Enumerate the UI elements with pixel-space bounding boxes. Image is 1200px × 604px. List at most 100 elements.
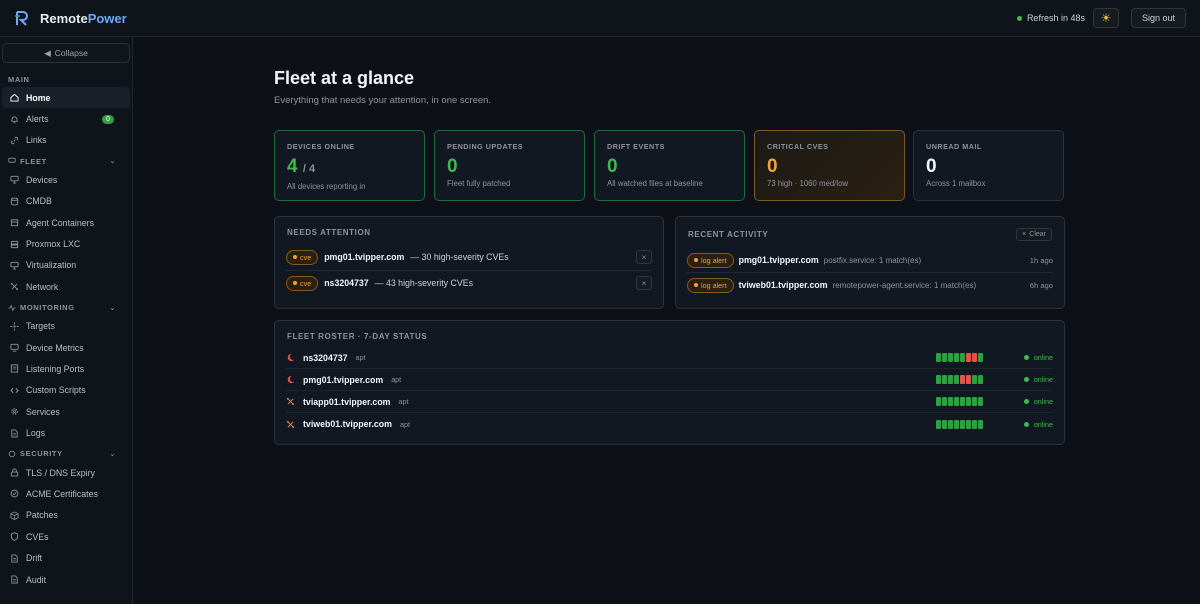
sidebar: ◀ Collapse MAIN Home Alerts 0 Links FLEET ⌄ Dev… — [0, 37, 133, 604]
dismiss-button[interactable]: × — [636, 250, 652, 264]
chevron-down-icon: ⌄ — [109, 450, 116, 458]
gear-icon — [11, 408, 18, 416]
chevron-down-icon: ⌄ — [109, 304, 116, 312]
sun-icon: ☀ — [1100, 11, 1112, 25]
sidebar-item-patches[interactable]: Patches — [2, 505, 130, 526]
table-row[interactable]: tviapp01.tvipper.com apt online — [286, 391, 1053, 413]
security-section-icon — [8, 450, 16, 458]
sidebar-item-label: Device Metrics — [26, 342, 84, 353]
day-status-bar — [972, 419, 977, 429]
main-content: Fleet at a glance Everything that needs … — [134, 37, 1200, 604]
sidebar-item-drift[interactable]: Drift — [2, 547, 130, 568]
sidebar-item-links[interactable]: Links — [2, 130, 130, 151]
moon-icon — [287, 353, 295, 362]
attention-item[interactable]: cve ns3204737 — 43 high-severity CVEs × — [286, 271, 652, 295]
shield-icon — [10, 532, 19, 542]
sidebar-item-label: Home — [26, 92, 51, 103]
sidebar-item-devices[interactable]: Devices — [2, 169, 130, 190]
code-icon — [10, 387, 19, 393]
kpi-pending-updates[interactable]: PENDING UPDATES 0 Fleet fully patched — [434, 130, 585, 201]
sidebar-item-label: Audit — [26, 574, 47, 585]
network-icon — [286, 420, 295, 428]
sidebar-item-targets[interactable]: Targets — [2, 316, 130, 337]
device-name: ns3204737 — [303, 352, 348, 363]
refresh-indicator: Refresh in 48s — [1016, 13, 1085, 23]
sidebar-section-security[interactable]: SECURITY ⌄ — [2, 446, 130, 462]
sidebar-section-fleet[interactable]: FLEET ⌄ — [2, 153, 130, 169]
sidebar-section-main: MAIN — [8, 74, 30, 84]
day-status-bar — [972, 397, 977, 406]
sidebar-item-network[interactable]: Network — [2, 276, 130, 297]
sidebar-item-home[interactable]: Home — [2, 87, 130, 109]
list-icon — [10, 364, 19, 374]
kpi-devices-online[interactable]: DEVICES ONLINE 4 / 4 All devices reporti… — [274, 130, 425, 201]
status-badge: online — [1023, 397, 1053, 406]
activity-item[interactable]: log alert pmg01.tvipper.com postfix.serv… — [687, 249, 1053, 271]
sidebar-item-custom-scripts[interactable]: Custom Scripts — [2, 380, 130, 401]
sidebar-item-label: Services — [26, 406, 60, 417]
network-icon — [10, 283, 19, 291]
day-status-bar — [936, 353, 941, 362]
sidebar-item-label: Custom Scripts — [26, 385, 86, 396]
sidebar-item-logs[interactable]: Logs — [2, 422, 130, 443]
file-icon — [11, 575, 18, 584]
cve-tag: cve — [286, 275, 319, 291]
day-status-bar — [978, 397, 983, 406]
table-row[interactable]: tviweb01.tvipper.com apt online — [286, 413, 1053, 435]
collapse-button[interactable]: ◀ Collapse — [2, 43, 130, 63]
sidebar-item-cves[interactable]: CVEs — [2, 526, 130, 547]
day-status-bar — [960, 375, 965, 384]
monitor-icon — [10, 261, 19, 270]
sidebar-section-monitoring[interactable]: MONITORING ⌄ — [2, 300, 130, 316]
log-alert-tag: log alert — [687, 252, 734, 268]
sidebar-item-label: Proxmox LXC — [26, 239, 81, 250]
kpi-unread-mail[interactable]: UNREAD MAIL 0 Across 1 mailbox — [913, 130, 1064, 201]
day-status-bar — [942, 353, 947, 362]
activity-item[interactable]: log alert tviweb01.tvipper.com remotepow… — [687, 274, 1053, 296]
sidebar-item-label: Logs — [26, 428, 46, 439]
sidebar-item-agent-containers[interactable]: Agent Containers — [2, 212, 130, 233]
brand[interactable]: RemotePower — [14, 10, 127, 26]
database-icon — [10, 197, 19, 206]
theme-toggle-button[interactable]: ☀ — [1092, 8, 1119, 28]
sidebar-item-services[interactable]: Services — [2, 401, 130, 422]
sidebar-item-label: ACME Certificates — [26, 488, 98, 499]
day-status-bar — [966, 375, 971, 384]
table-row[interactable]: pmg01.tvipper.com apt online — [286, 369, 1053, 391]
sidebar-item-audit[interactable]: Audit — [2, 569, 130, 590]
target-icon — [10, 322, 19, 331]
sidebar-item-virtualization[interactable]: Virtualization — [2, 255, 130, 276]
page-subtitle: Everything that needs your attention, in… — [274, 95, 492, 106]
status-dot-icon — [1016, 15, 1022, 21]
sidebar-item-label: TLS / DNS Expiry — [26, 467, 95, 478]
sidebar-item-listening-ports[interactable]: Listening Ports — [2, 358, 130, 379]
panel-title: RECENT ACTIVITY — [688, 230, 769, 239]
package-manager: apt — [355, 353, 366, 362]
dismiss-button[interactable]: × — [636, 276, 652, 290]
package-manager: apt — [398, 397, 409, 406]
kpi-critical-cves[interactable]: CRITICAL CVES 0 73 high · 1060 med/low — [754, 130, 905, 201]
sign-out-button[interactable]: Sign out — [1130, 8, 1186, 28]
sidebar-item-label: Network — [26, 281, 59, 292]
lock-icon — [10, 468, 19, 477]
device-name: pmg01.tvipper.com — [303, 374, 384, 385]
clear-button[interactable]: × Clear — [1016, 228, 1052, 241]
day-status-bar — [942, 375, 947, 384]
sidebar-item-tls-dns-expiry[interactable]: TLS / DNS Expiry — [2, 462, 130, 483]
day-status-bar — [972, 375, 977, 384]
sidebar-item-alerts[interactable]: Alerts 0 — [2, 108, 130, 129]
sidebar-item-acme-certificates[interactable]: ACME Certificates — [2, 483, 130, 504]
link-icon — [10, 136, 19, 145]
sidebar-item-proxmox-lxc[interactable]: Proxmox LXC — [2, 233, 130, 254]
recent-activity-panel: RECENT ACTIVITY × Clear log alert pmg01.t… — [675, 216, 1065, 309]
table-row[interactable]: ns3204737 apt online — [286, 347, 1053, 369]
attention-item[interactable]: cve pmg01.tvipper.com — 30 high-severity… — [286, 245, 652, 269]
day-status-bar — [966, 419, 971, 429]
logo-icon — [15, 11, 28, 26]
sidebar-item-device-metrics[interactable]: Device Metrics — [2, 337, 130, 358]
day-status-bar — [942, 419, 947, 429]
kpi-drift-events[interactable]: DRIFT EVENTS 0 All watched files at base… — [594, 130, 745, 201]
day-status-bar — [936, 375, 941, 384]
day-status-bar — [936, 397, 941, 406]
sidebar-item-cmdb[interactable]: CMDB — [2, 191, 130, 212]
